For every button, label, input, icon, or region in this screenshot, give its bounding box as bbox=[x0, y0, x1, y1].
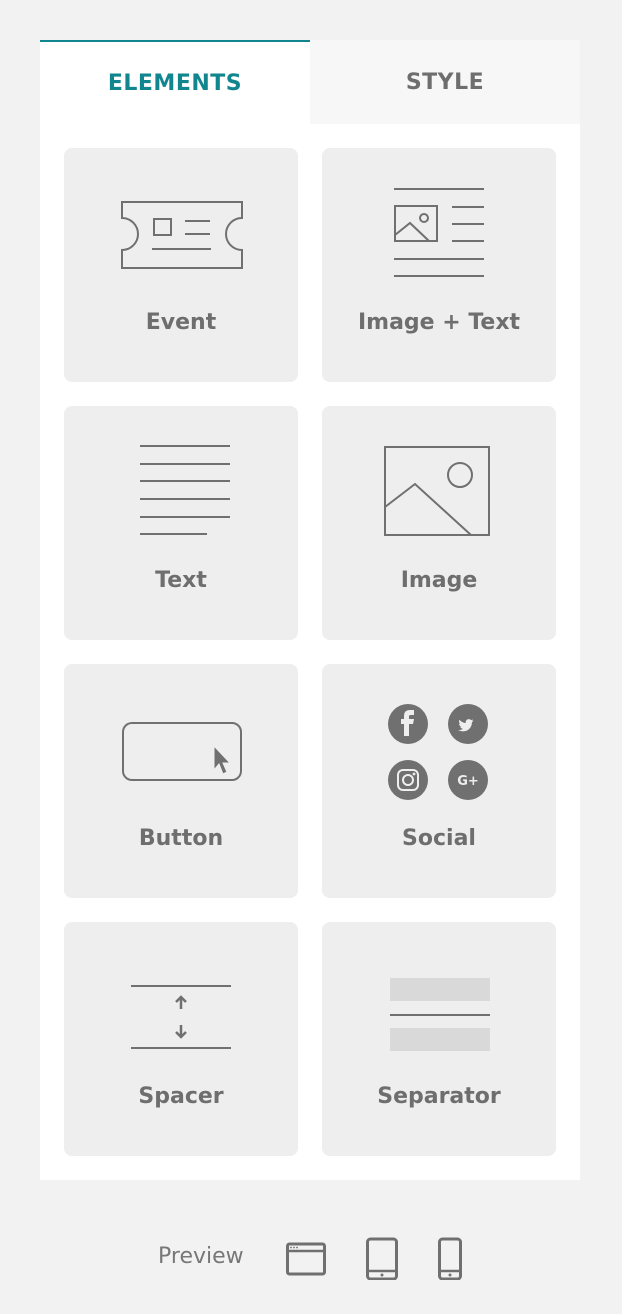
element-tile-event[interactable]: Event bbox=[64, 148, 298, 382]
google-plus-icon: G+ bbox=[448, 760, 488, 800]
twitter-icon bbox=[448, 704, 488, 744]
ticket-icon bbox=[121, 201, 243, 269]
svg-text:G+: G+ bbox=[457, 774, 479, 789]
element-label: Separator bbox=[377, 1084, 501, 1109]
elements-grid: Event Image + Text Text Image Button G+ … bbox=[64, 148, 556, 1156]
element-tile-social[interactable]: G+ Social bbox=[322, 664, 556, 898]
tab-style[interactable]: STYLE bbox=[310, 40, 580, 124]
facebook-icon bbox=[388, 704, 428, 744]
element-label: Image bbox=[400, 568, 478, 593]
element-tile-separator[interactable]: Separator bbox=[322, 922, 556, 1156]
spacer-icon bbox=[131, 985, 231, 1049]
element-tile-button[interactable]: Button bbox=[64, 664, 298, 898]
element-label: Text bbox=[155, 568, 207, 593]
element-label: Image + Text bbox=[357, 310, 521, 335]
social-icons: G+ bbox=[388, 704, 488, 800]
element-tile-spacer[interactable]: Spacer bbox=[64, 922, 298, 1156]
instagram-icon bbox=[388, 760, 428, 800]
tab-elements[interactable]: ELEMENTS bbox=[40, 40, 310, 124]
tablet-icon[interactable] bbox=[366, 1236, 398, 1280]
element-label: Event bbox=[145, 310, 217, 335]
element-tile-text[interactable]: Text bbox=[64, 406, 298, 640]
preview-label: Preview bbox=[158, 1244, 244, 1269]
desktop-icon[interactable] bbox=[286, 1236, 326, 1280]
image-text-icon bbox=[394, 188, 484, 277]
separator-icon bbox=[390, 978, 490, 1051]
element-label: Button bbox=[138, 826, 224, 851]
image-icon bbox=[384, 446, 490, 536]
element-tile-image-text[interactable]: Image + Text bbox=[322, 148, 556, 382]
element-label: Social bbox=[402, 826, 476, 851]
panel-tabs: ELEMENTS STYLE bbox=[40, 40, 580, 124]
button-cursor-icon bbox=[122, 722, 242, 781]
element-label: Spacer bbox=[138, 1084, 224, 1109]
mobile-icon[interactable] bbox=[438, 1236, 462, 1280]
text-lines-icon bbox=[140, 445, 230, 535]
element-tile-image[interactable]: Image bbox=[322, 406, 556, 640]
elements-panel: ELEMENTS STYLE Event Image + Text Text I… bbox=[40, 40, 580, 1180]
preview-bar: Preview bbox=[0, 1236, 622, 1284]
